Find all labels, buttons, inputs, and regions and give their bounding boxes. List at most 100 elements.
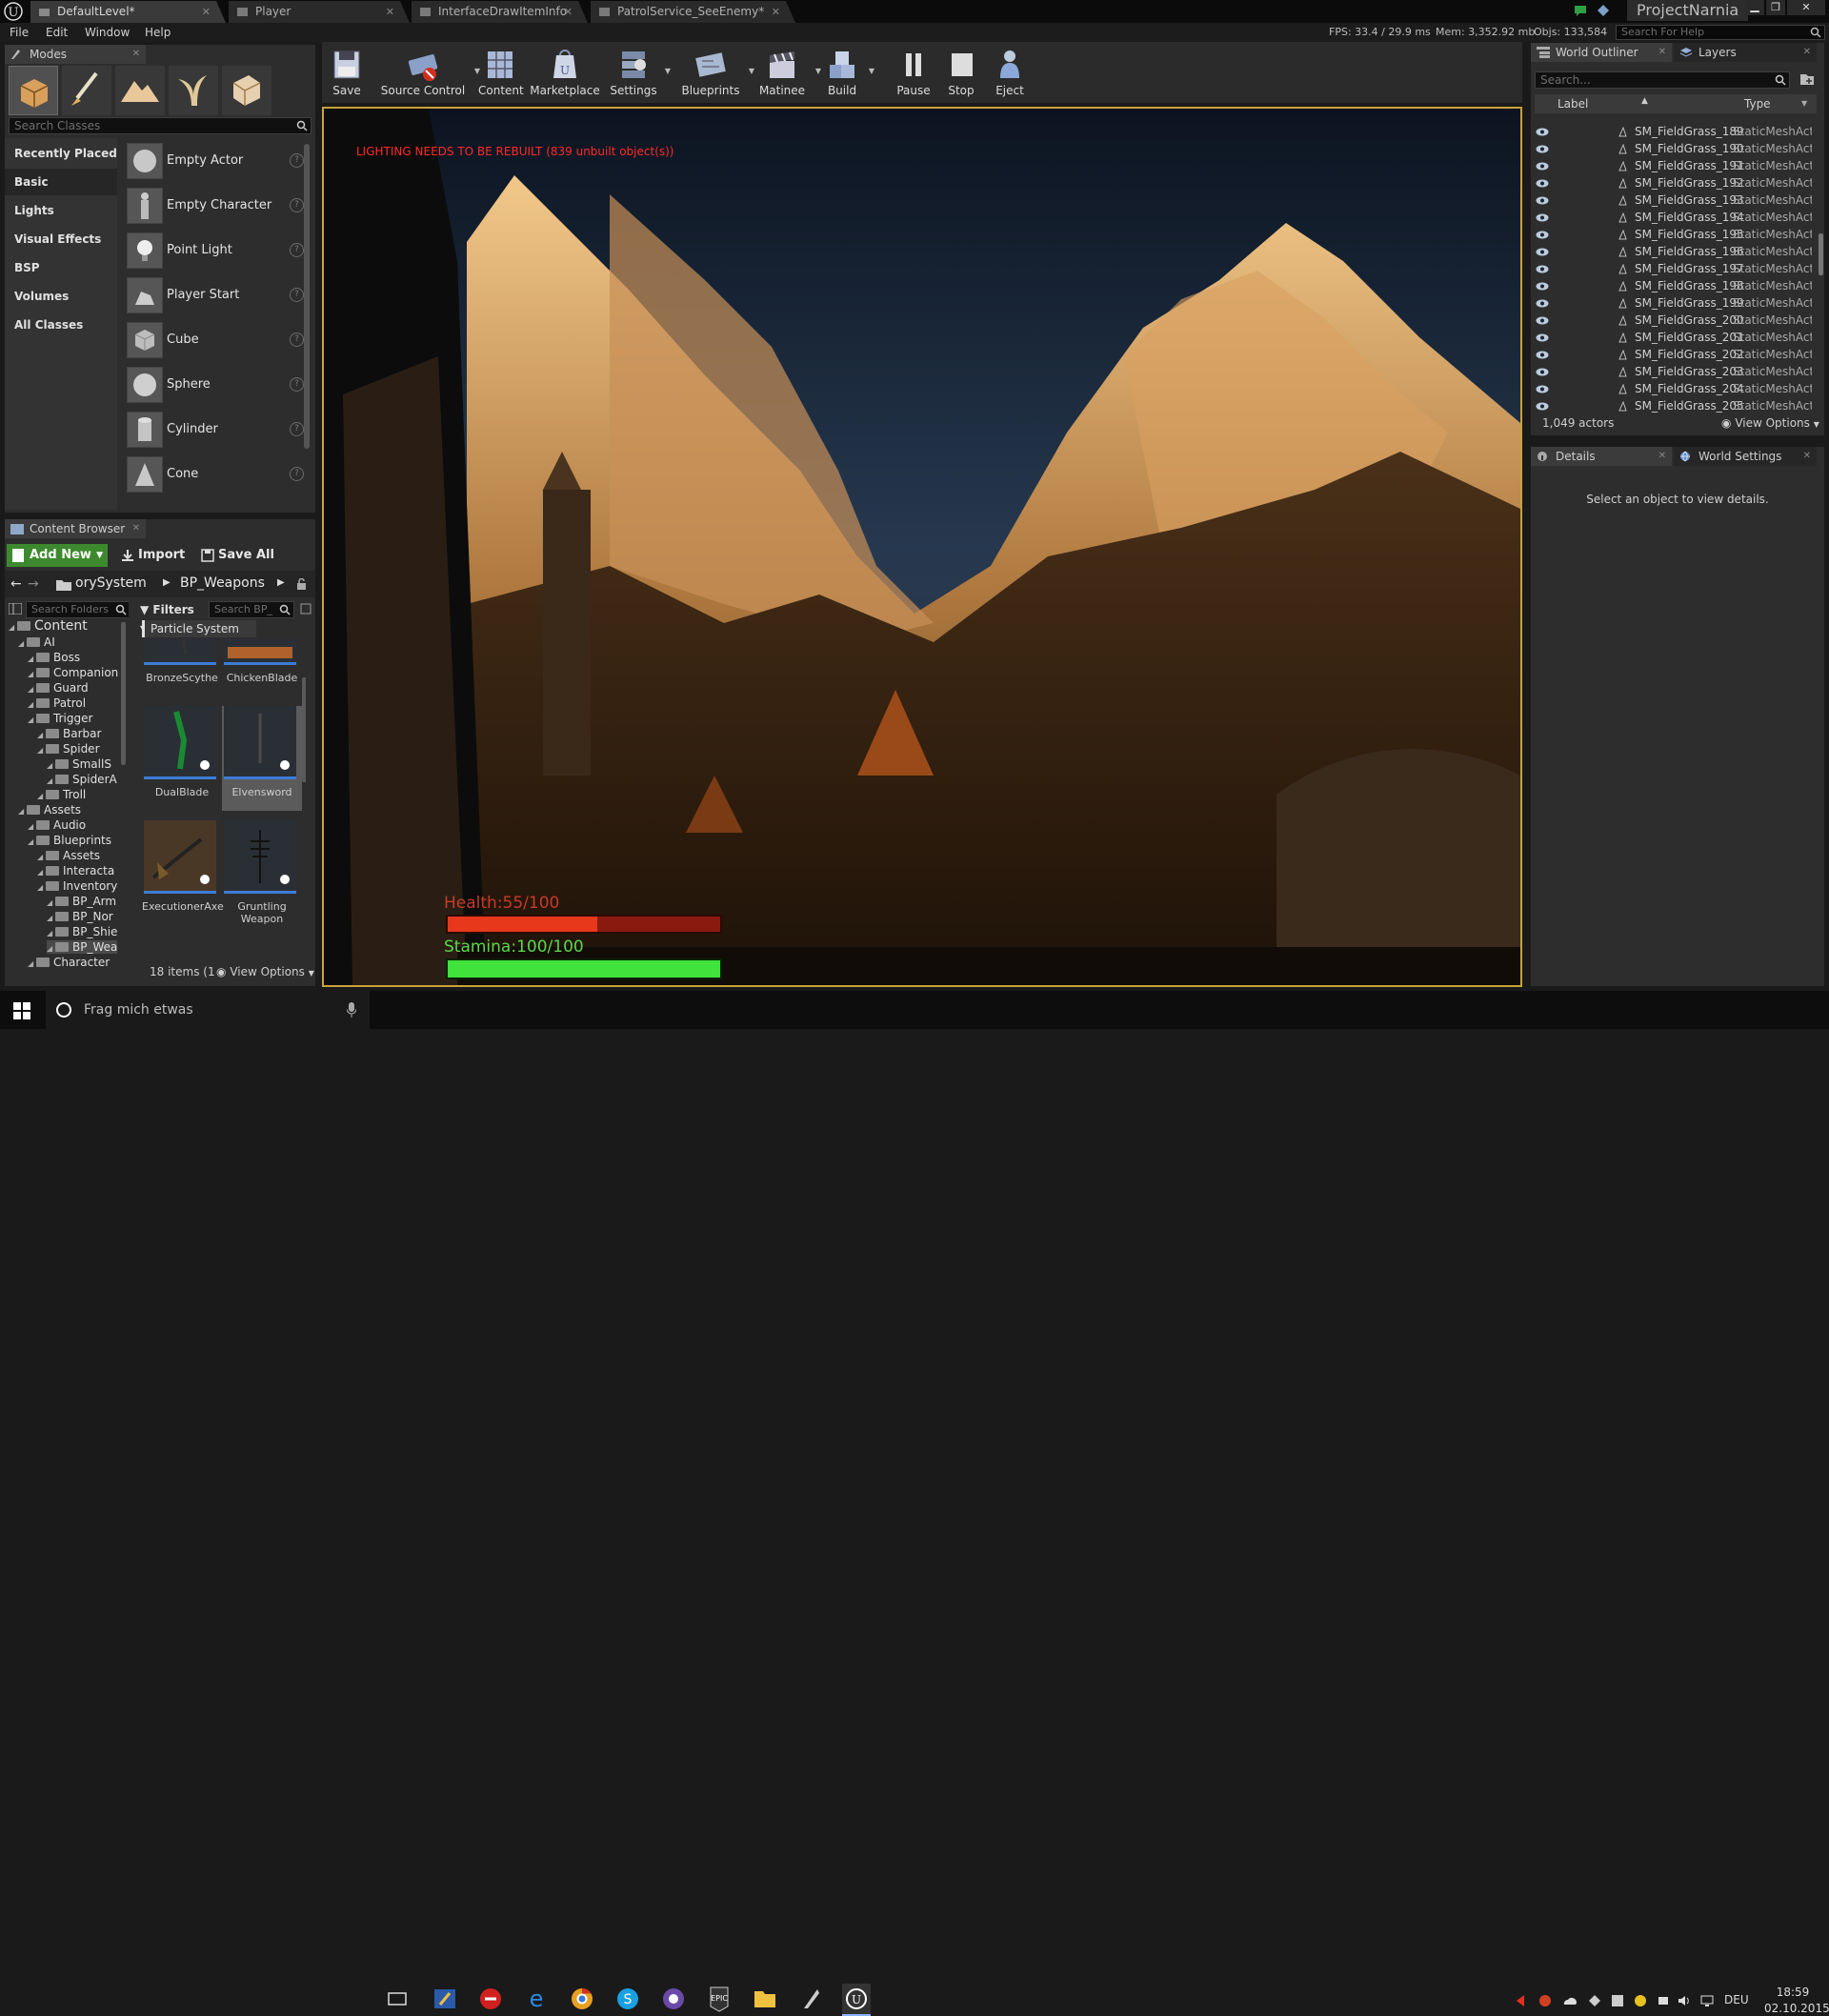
skype-icon[interactable]: S [613, 1984, 642, 2014]
dropdown-arrow-icon[interactable]: ▼ [665, 67, 671, 75]
chevron-down-icon[interactable]: ▼ [1801, 99, 1807, 108]
tray-app-icon[interactable] [1633, 1993, 1648, 2008]
visibility-eye-icon[interactable] [1536, 333, 1549, 342]
outliner-row[interactable]: SM_FieldGrass_197StaticMeshActor [1536, 261, 1812, 278]
category-bsp[interactable]: BSP [5, 254, 117, 281]
volume-icon[interactable] [1677, 1993, 1692, 2008]
folder-tree-item[interactable]: ◢ Assets [18, 803, 81, 816]
toggle-sources-icon[interactable] [9, 603, 22, 615]
save-search-icon[interactable] [300, 603, 312, 615]
column-label[interactable]: Label [1558, 97, 1588, 111]
edge-browser-icon[interactable]: e [522, 1984, 551, 2014]
asset-tile[interactable]: Gruntling Weapon [222, 820, 302, 925]
visibility-eye-icon[interactable] [1536, 265, 1549, 273]
visibility-eye-icon[interactable] [1536, 248, 1549, 256]
task-view-icon[interactable] [383, 1984, 412, 2014]
visibility-eye-icon[interactable] [1536, 385, 1549, 393]
help-icon[interactable]: ? [290, 243, 304, 257]
build-button[interactable]: Build ▼ [821, 44, 874, 99]
folder-tree-item[interactable]: ◢ Boss [28, 651, 80, 664]
expand-arrow-icon[interactable]: ◢ [47, 944, 55, 953]
column-type[interactable]: Type [1744, 97, 1771, 111]
menu-file[interactable]: File [10, 23, 29, 42]
chrome-browser-icon[interactable] [568, 1984, 596, 2014]
expand-arrow-icon[interactable]: ◢ [47, 776, 55, 785]
outliner-row[interactable]: SM_FieldGrass_190StaticMeshActor [1536, 141, 1812, 158]
filter-chip-particle-system[interactable]: Particle System [142, 620, 256, 637]
folder-tree-item[interactable]: ◢ Patrol [28, 696, 86, 710]
app-icon-1[interactable] [431, 1984, 459, 2014]
dropdown-arrow-icon[interactable]: ▼ [869, 67, 874, 75]
content-browser-tab[interactable]: Content Browser ✕ [5, 519, 146, 538]
folder-tree-item[interactable]: ◢ BP_Shie [47, 925, 117, 938]
visibility-eye-icon[interactable] [1536, 368, 1549, 376]
tray-app-icon[interactable] [1587, 1993, 1602, 2008]
outliner-row[interactable]: SM_FieldGrass_202StaticMeshActor [1536, 347, 1812, 364]
menu-help[interactable]: Help [145, 23, 171, 42]
folder-tree-item[interactable]: ◢ Trigger [28, 712, 92, 725]
folder-tree-item[interactable]: ◢ BP_Arm [47, 895, 116, 908]
close-window-button[interactable]: ✕ [1787, 0, 1825, 15]
expand-arrow-icon[interactable]: ◢ [28, 655, 36, 663]
visibility-eye-icon[interactable] [1536, 213, 1549, 222]
folder-tree-item[interactable]: ◢ Spider [37, 742, 100, 756]
maximize-button[interactable]: ❐ [1766, 0, 1785, 15]
folder-tree-item[interactable]: ◢ Audio [28, 818, 86, 832]
visibility-eye-icon[interactable] [1536, 231, 1549, 239]
folder-tree-item[interactable]: ◢ Content [9, 618, 88, 634]
modes-tab[interactable]: Modes ✕ [5, 45, 146, 64]
folder-tree-item[interactable]: ◢ Inventory [37, 879, 117, 893]
world-outliner-tab[interactable]: World Outliner ✕ [1531, 43, 1672, 62]
outliner-row[interactable]: SM_FieldGrass_205StaticMeshActor [1536, 398, 1812, 415]
tray-app-icon[interactable] [1538, 1993, 1553, 2008]
expand-arrow-icon[interactable]: ◢ [18, 807, 27, 816]
add-new-button[interactable]: Add New ▼ [7, 544, 108, 567]
language-indicator[interactable]: DEU [1724, 1993, 1749, 2006]
expand-arrow-icon[interactable]: ◢ [28, 822, 36, 831]
place-item-cube[interactable]: Cube? [123, 319, 304, 361]
app-icon-4[interactable] [796, 1984, 825, 2014]
visibility-eye-icon[interactable] [1536, 179, 1549, 188]
help-icon[interactable]: ? [290, 153, 304, 168]
outliner-row[interactable]: SM_FieldGrass_204StaticMeshActor [1536, 381, 1812, 398]
expand-arrow-icon[interactable]: ◢ [47, 898, 55, 907]
search-folders-input[interactable]: Search Folders [26, 601, 129, 618]
expand-arrow-icon[interactable]: ◢ [28, 716, 36, 724]
category-volumes[interactable]: Volumes [5, 283, 117, 310]
expand-arrow-icon[interactable]: ◢ [37, 792, 46, 800]
category-recently-placed[interactable]: Recently Placed [5, 140, 117, 167]
outliner-row[interactable]: SM_FieldGrass_192StaticMeshActor [1536, 175, 1812, 192]
folder-tree-item[interactable]: ◢ Guard [28, 681, 89, 695]
network-icon[interactable] [1699, 1993, 1715, 2008]
back-arrow-icon[interactable]: ← [10, 576, 22, 592]
minimize-button[interactable]: ▁ [1745, 0, 1764, 15]
asset-tile[interactable]: ExecutionerAxe [142, 820, 224, 925]
folder-tree-item[interactable]: ◢ AI [18, 635, 55, 649]
tray-app-icon[interactable] [1610, 1993, 1625, 2008]
layers-tab[interactable]: Layers ✕ [1674, 43, 1817, 62]
filters-button[interactable]: ▼ Filters ▼ [140, 601, 195, 633]
close-icon[interactable]: ✕ [132, 519, 140, 538]
expand-arrow-icon[interactable]: ◢ [47, 914, 55, 922]
expand-arrow-icon[interactable]: ◢ [9, 623, 17, 632]
marketplace-button[interactable]: U Marketplace [530, 44, 600, 99]
category-basic[interactable]: Basic [5, 169, 117, 195]
onedrive-icon[interactable] [1562, 1993, 1578, 2008]
outliner-row[interactable]: SM_FieldGrass_193StaticMeshActor [1536, 192, 1812, 210]
asset-grid-scrollbar[interactable] [302, 677, 306, 782]
place-item-cone[interactable]: Cone? [123, 454, 304, 495]
close-icon[interactable]: ✕ [772, 1, 780, 23]
lock-icon[interactable] [296, 578, 308, 590]
app-icon-3[interactable] [659, 1984, 688, 2014]
source-control-button[interactable]: Source Control ▼ [377, 44, 480, 99]
folder-tree-item[interactable]: ◢ Companion [28, 666, 118, 679]
close-icon[interactable]: ✕ [1658, 43, 1666, 62]
visibility-eye-icon[interactable] [1536, 162, 1549, 171]
menu-edit[interactable]: Edit [46, 23, 68, 42]
search-assets-input[interactable]: Search BP_ [209, 601, 294, 618]
file-explorer-icon[interactable] [751, 1984, 779, 2014]
outliner-row[interactable]: SM_FieldGrass_199StaticMeshActor [1536, 295, 1812, 312]
stop-button[interactable]: Stop [943, 44, 979, 99]
close-icon[interactable]: ✕ [1658, 447, 1666, 466]
search-classes-input[interactable]: Search Classes [9, 117, 312, 134]
